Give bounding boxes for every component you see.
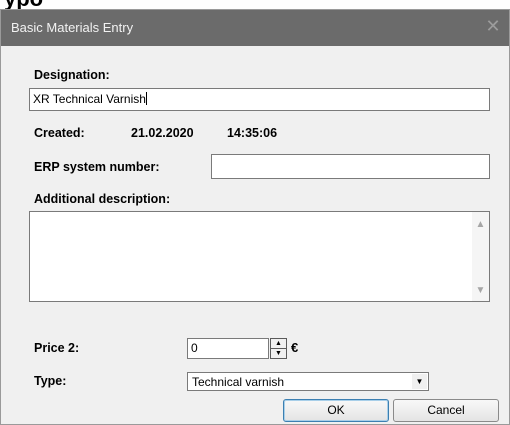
spin-up-icon[interactable]: ▲ [271, 339, 286, 349]
price-stepper[interactable]: ▲ ▼ [270, 338, 287, 359]
cancel-button[interactable]: Cancel [393, 399, 499, 422]
spin-down-icon[interactable]: ▼ [271, 349, 286, 358]
created-time: 14:35:06 [227, 126, 278, 140]
price-value: 0 [191, 341, 198, 355]
window-title: Basic Materials Entry [11, 20, 134, 35]
basic-materials-dialog: Basic Materials Entry ✕ Designation: XR … [0, 9, 510, 425]
ok-button[interactable]: OK [283, 399, 389, 422]
created-date: 21.02.2020 [131, 126, 194, 140]
type-selected-value: Technical varnish [192, 375, 285, 389]
textarea-scrollbar[interactable]: ▲ ▼ [472, 212, 489, 301]
text-caret [145, 92, 147, 105]
price-label: Price 2: [34, 341, 80, 355]
created-label: Created: [34, 126, 85, 140]
background-heading-text: ypo [4, 0, 43, 9]
additional-description-textarea[interactable]: ▲ ▼ [29, 211, 490, 302]
type-select[interactable]: Technical varnish ▼ [187, 372, 429, 391]
erp-number-label: ERP system number: [34, 160, 160, 174]
additional-description-label: Additional description: [34, 192, 171, 206]
scroll-up-icon[interactable]: ▲ [472, 216, 489, 233]
title-bar[interactable]: Basic Materials Entry ✕ [1, 10, 509, 46]
price-input[interactable]: 0 [187, 338, 269, 359]
currency-symbol: € [291, 340, 299, 355]
erp-number-input[interactable] [211, 154, 490, 179]
scroll-down-icon[interactable]: ▼ [472, 282, 489, 299]
designation-input[interactable]: XR Technical Varnish [29, 88, 490, 111]
background-heading-fragment: ypo [0, 0, 510, 9]
designation-label: Designation: [34, 68, 110, 82]
close-icon[interactable]: ✕ [483, 16, 503, 36]
type-label: Type: [34, 374, 67, 388]
chevron-down-icon[interactable]: ▼ [412, 374, 427, 389]
designation-value: XR Technical Varnish [33, 92, 146, 106]
